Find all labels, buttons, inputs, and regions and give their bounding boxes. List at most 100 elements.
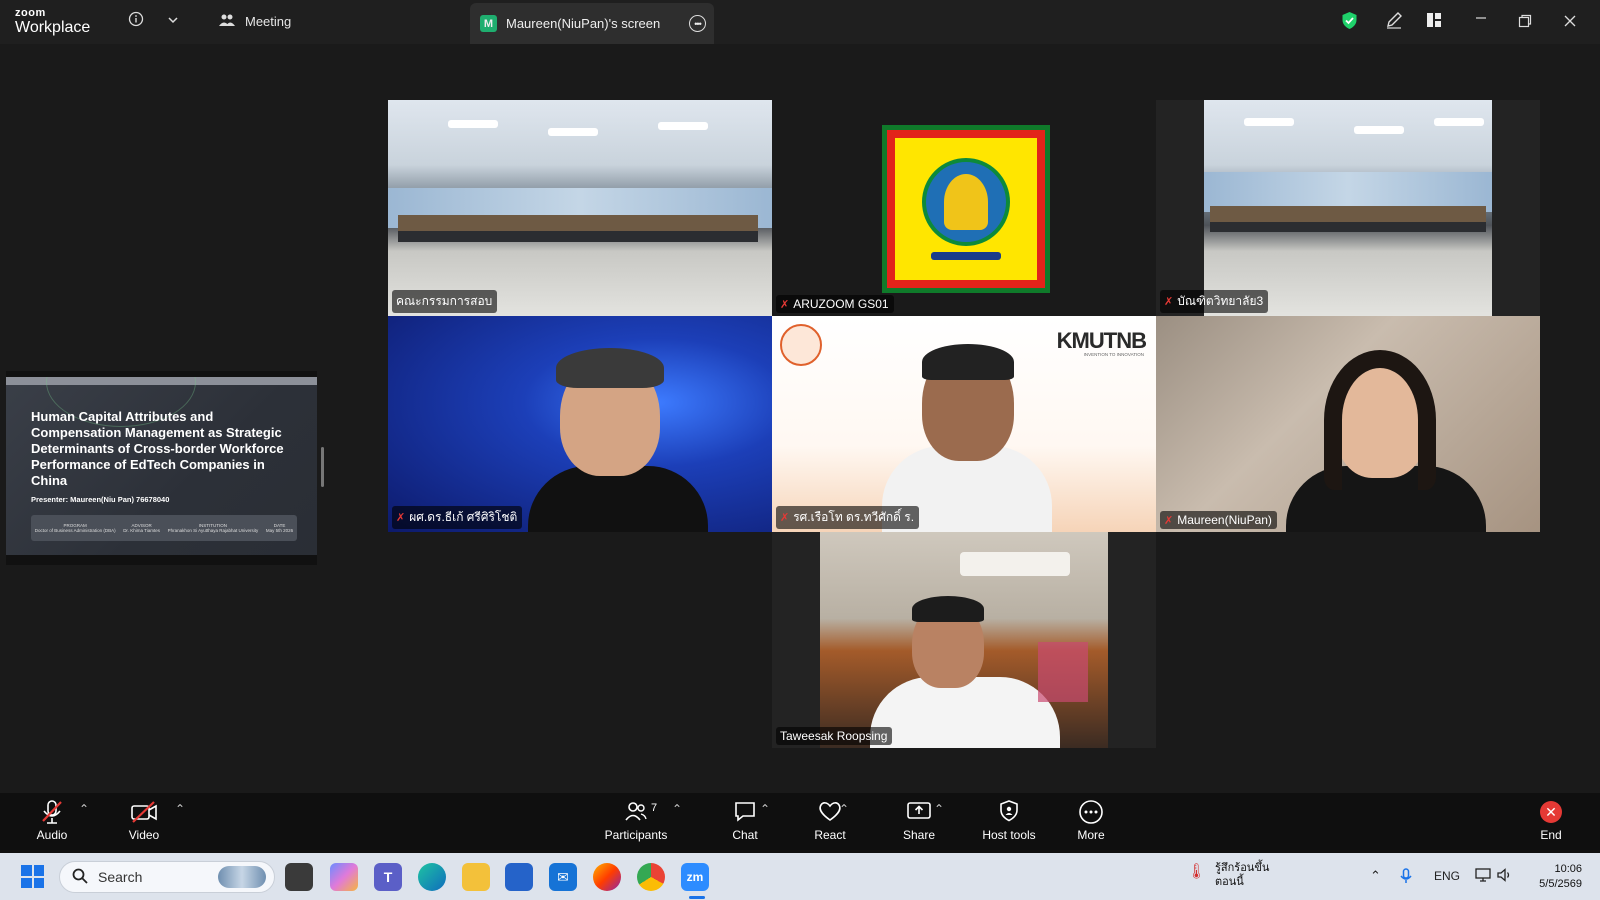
participant-name: รศ.เรือโท ดร.ทวีศักดิ์ ร. [793,510,915,524]
participant-name-tag: คณะกรรมการสอบ [392,290,498,313]
search-highlight-image [218,866,266,888]
logo-workplace-text: Workplace [15,19,91,36]
screen-share-tab[interactable]: M Maureen(NiuPan)'s screen ••• [470,3,714,44]
participants-button[interactable]: 7 Participants [596,799,676,842]
system-clock[interactable]: 10:06 5/5/2569 [1524,862,1582,892]
microsoft-store-icon[interactable] [505,863,533,891]
end-call-icon: ✕ [1540,799,1562,825]
restore-icon[interactable] [1518,14,1532,32]
video-tile[interactable]: ✗ ผศ.ดร.ธีเก้ ศรีศิริโชติ [388,316,772,532]
network-icon[interactable] [1475,868,1491,885]
kmutnb-seal-icon [780,324,822,366]
react-options-caret-icon[interactable]: ⌃ [839,802,849,816]
react-label: React [814,828,846,842]
search-placeholder: Search [98,869,143,885]
chat-options-caret-icon[interactable]: ⌃ [760,802,770,816]
mic-muted-icon: ✗ [780,298,790,311]
active-app-indicator [689,896,705,899]
footer-value: Phranakhon Si Ayutthaya Rajabhat Univers… [167,528,259,533]
host-tools-button[interactable]: Host tools [969,799,1049,842]
pen-icon[interactable] [1385,11,1403,33]
video-tile[interactable]: คณะกรรมการสอบ [388,100,772,316]
edge-icon[interactable] [418,863,446,891]
mail-icon[interactable]: ✉ [549,863,577,891]
chrome-icon[interactable] [637,863,665,891]
react-button[interactable]: React [790,799,870,842]
taskbar-search[interactable]: Search [59,861,275,893]
conference-room-video [1204,100,1492,316]
close-icon[interactable] [1563,14,1577,32]
share-button[interactable]: Share [879,799,959,842]
meeting-tab[interactable]: Meeting [218,13,291,30]
slide-presenter: Presenter: Maureen(Niu Pan) 76678040 [31,495,170,504]
end-meeting-button[interactable]: ✕ End [1511,799,1591,842]
layout-icon[interactable] [1426,12,1442,32]
participant-name-tag: ✗ Maureen(NiuPan) [1160,511,1277,529]
thermometer-icon: 🌡 [1187,863,1207,880]
more-icon [1078,799,1104,825]
weather-text-line2: ตอนนี้ [1215,876,1244,888]
firefox-icon[interactable] [593,863,621,891]
video-button[interactable]: Video [104,799,184,842]
more-button[interactable]: More [1051,799,1131,842]
shield-icon [998,799,1020,825]
panel-resize-handle[interactable] [321,447,324,487]
video-label: Video [128,828,160,842]
participants-label: Participants [604,828,668,842]
slide-footer-item: INSTITUTION Phranakhon Si Ayutthaya Rajab… [168,523,259,533]
copilot-icon[interactable] [330,863,358,891]
person-hair [556,348,664,388]
camera-video [820,532,1108,748]
video-tile[interactable]: Taweesak Roopsing [772,532,1156,748]
slide-footer-item: ADVISOR Dr. Khima Tiamtes [123,523,160,533]
video-tile[interactable]: ✗ Maureen(NiuPan) [1156,316,1540,532]
participant-name: บัณฑิตวิทยาลัย3 [1177,294,1264,308]
video-tile[interactable]: ✗ บัณฑิตวิทยาลัย3 [1156,100,1540,316]
participants-options-caret-icon[interactable]: ⌃ [672,802,682,816]
clock-date: 5/5/2569 [1539,878,1582,890]
audio-label: Audio [36,828,68,842]
participant-name: Taweesak Roopsing [780,729,888,743]
participant-name-tag: ✗ บัณฑิตวิทยาลัย3 [1160,290,1269,313]
participant-name: ARUZOOM GS01 [793,297,889,311]
task-view-icon[interactable] [285,863,313,891]
language-indicator[interactable]: ENG [1434,869,1460,883]
slide-title: Human Capital Attributes and Compensatio… [31,409,284,488]
audio-options-caret-icon[interactable]: ⌃ [79,802,89,816]
teams-icon[interactable]: T [374,863,402,891]
university-seal-icon [922,158,1010,246]
participant-name-tag: ✗ ARUZOOM GS01 [776,295,894,313]
kmutnb-tagline: INVENTION TO INNOVATION [1083,352,1144,357]
video-tile[interactable]: KMUTNB INVENTION TO INNOVATION ✗ รศ.เรือ… [772,316,1156,532]
minimize-icon[interactable] [1474,11,1488,29]
shared-screen-thumbnail[interactable]: Human Capital Attributes and Compensatio… [6,371,317,565]
participant-name: คณะกรรมการสอบ [396,294,493,308]
person-hair [1324,350,1436,490]
participants-icon: 7 [624,799,657,825]
chevron-down-icon[interactable] [167,13,179,30]
participant-name: ผศ.ดร.ธีเก้ ศรีศิริโชติ [409,510,518,524]
video-tile[interactable]: ✗ ARUZOOM GS01 [772,100,1156,316]
slide-footer-item: DATE May 5th 2026 [266,523,293,533]
shield-icon[interactable] [1341,11,1358,34]
video-options-caret-icon[interactable]: ⌃ [175,802,185,816]
title-bar: zoom Workplace Meeting M Maureen(NiuPan)… [0,0,1600,44]
microphone-icon[interactable] [1400,868,1412,887]
footer-value: Dr. Khima Tiamtes [123,528,160,533]
more-icon[interactable]: ••• [689,15,706,32]
info-icon[interactable] [128,11,144,31]
zoom-workplace-logo: zoom Workplace [15,8,90,36]
share-options-caret-icon[interactable]: ⌃ [934,802,944,816]
chevron-up-icon[interactable]: ⌃ [1370,868,1381,884]
windows-start-icon[interactable] [21,865,44,888]
zoom-app-icon[interactable]: zm [681,863,709,891]
file-explorer-icon[interactable] [462,863,490,891]
camera-off-icon [130,799,158,825]
volume-icon[interactable] [1497,868,1513,885]
person-hair [922,344,1014,380]
weather-widget[interactable]: 🌡 รู้สึกร้อนขึ้น ตอนนี้ [1187,861,1269,889]
mic-muted-icon: ✗ [1164,296,1174,308]
chat-button[interactable]: Chat [705,799,785,842]
more-label: More [1077,828,1105,842]
share-screen-icon [906,799,932,825]
